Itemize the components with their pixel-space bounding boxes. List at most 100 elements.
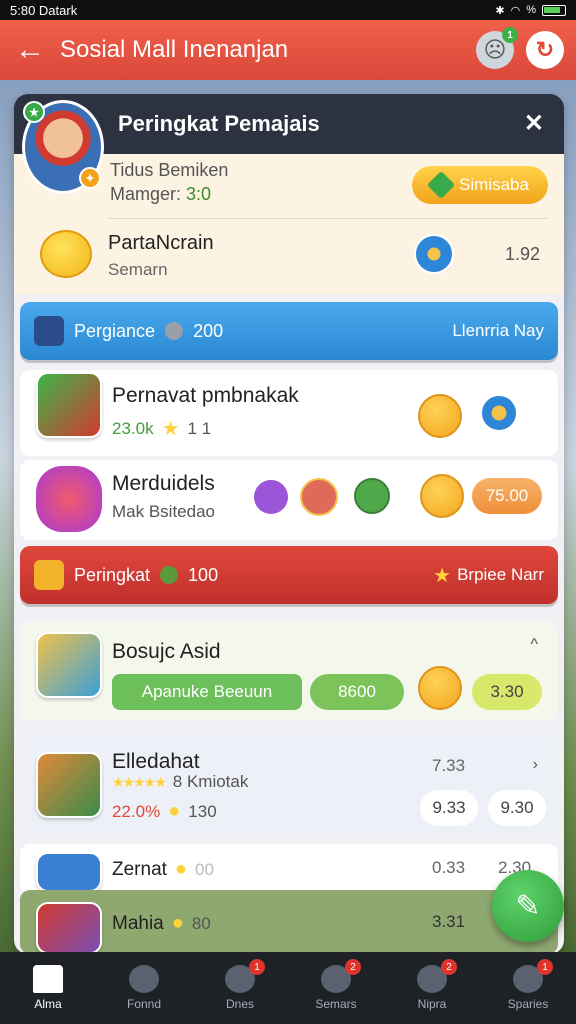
row-stat: 1 1 <box>187 418 212 438</box>
coin-icon: ● <box>171 912 184 934</box>
nav-item-search[interactable]: 1 Dnes <box>195 959 285 1011</box>
chest-icon <box>34 316 64 346</box>
battery-icon <box>542 4 566 16</box>
row-stat: 00 <box>195 859 214 879</box>
nav-badge: 1 <box>537 959 553 975</box>
nav-item-profile[interactable]: 1 Sparies <box>483 959 573 1011</box>
gold-action-label: Simisaba <box>459 175 529 194</box>
star-icon: ★ <box>433 564 452 587</box>
red-star-icon <box>300 478 338 516</box>
list-item[interactable]: Bosujc Asid Apanuke Beeuun 8600 3.30 ^ <box>20 622 558 720</box>
face-icon <box>129 965 159 993</box>
refresh-button[interactable]: ↻ <box>526 31 564 69</box>
compose-fab-button[interactable]: ✎ <box>492 870 564 942</box>
close-button[interactable]: ✕ <box>524 109 544 138</box>
nav-item-chat[interactable]: 2 Semars <box>291 959 381 1011</box>
user-score: Mamger: 3:0 <box>110 184 211 205</box>
chevron-up-icon[interactable]: ^ <box>530 636 538 654</box>
shield-badge-icon <box>480 394 518 432</box>
nav-label: Alma <box>34 997 62 1011</box>
face-icon: ☹ <box>483 37 507 62</box>
cash-icon <box>160 566 179 584</box>
gold-coin-icon <box>418 666 462 710</box>
value-pill[interactable]: 9.30 <box>488 790 546 826</box>
row-title: Mahia <box>112 912 164 934</box>
green-label-pill[interactable]: Apanuke Beeuun <box>112 674 302 710</box>
coin-icon <box>165 322 184 340</box>
banner-red-right: ★ Brpiee Narr <box>433 563 544 588</box>
info-subtitle: Semarn <box>108 260 168 279</box>
banner-red-value: 100 <box>188 564 219 585</box>
status-time: 5:80 Datark <box>10 2 78 18</box>
banner-red-label: Peringkat <box>74 564 151 585</box>
row-value: 7.33 <box>432 756 466 775</box>
profile-face-button[interactable]: ☹ 1 <box>476 27 518 69</box>
nav-badge: 2 <box>345 959 361 975</box>
row-value: 0.33 <box>432 858 466 877</box>
row-title: Elledahat <box>112 750 200 773</box>
row-title: Bosujc Asid <box>112 640 221 663</box>
blob-avatar <box>36 466 102 532</box>
player-avatar <box>36 372 102 438</box>
row-stats: 22.0% ● 130 <box>112 800 217 823</box>
nav-item-home[interactable]: Alma <box>3 965 93 1011</box>
app-bar: ← Sosial Mall Inenanjan ☹ 1 ↻ <box>0 20 576 80</box>
nav-label: Nipra <box>417 997 447 1011</box>
user-avatar[interactable]: ★ ✦ <box>22 100 104 194</box>
list-item[interactable]: Mahia ● 80 3.31 <box>20 890 558 954</box>
smiley-coin-icon <box>40 230 92 278</box>
value-pill[interactable]: 9.33 <box>420 790 478 826</box>
user-score-label: Mamger: <box>110 184 182 204</box>
row-stat: 130 <box>188 801 217 821</box>
player-avatar <box>36 852 102 892</box>
row-value: 3.31 <box>432 912 466 931</box>
nav-label: Semars <box>315 997 357 1011</box>
back-button[interactable]: ← <box>0 33 60 67</box>
list-item[interactable]: Pernavat pmbnakak 23.0k ★ 1 1 <box>20 370 558 456</box>
compass-icon[interactable] <box>414 234 454 274</box>
rating-stars-icon: ★★★★★ <box>112 773 167 790</box>
list-item[interactable]: Merduidels Mak Bsitedao 75.00 <box>20 460 558 540</box>
chevron-right-icon[interactable]: › <box>533 756 538 774</box>
panel-title: Peringkat Pemajais <box>118 111 320 136</box>
coin-icon: ● <box>168 800 181 822</box>
nav-item-found[interactable]: Fonnd <box>99 965 189 1011</box>
player-avatar <box>36 632 102 698</box>
notification-badge: 1 <box>502 27 518 43</box>
gift-icon <box>34 560 64 590</box>
row-title: Zernat <box>112 858 167 880</box>
gold-coin-icon <box>420 474 464 518</box>
level-badge-icon: ★ <box>23 101 45 123</box>
row-stat: 80 <box>191 913 211 933</box>
value-pill[interactable]: 3.30 <box>472 674 542 710</box>
banner-blue-label: Pergiance <box>74 320 156 341</box>
nav-label: Dnes <box>225 997 254 1011</box>
row-stats: Zernat ● 00 <box>112 858 214 881</box>
refresh-icon: ↻ <box>535 37 555 62</box>
row-title: Merduidels <box>112 472 215 495</box>
nav-label: Sparies <box>507 997 549 1011</box>
cash-stack-icon <box>354 478 390 514</box>
nav-item-edit[interactable]: 2 Nipra <box>387 959 477 1011</box>
purple-star-icon <box>252 478 290 516</box>
status-icons: ✱ ◠ % <box>495 4 566 17</box>
gold-coin-icon <box>418 394 462 438</box>
row-stat: 23.0k <box>112 418 154 438</box>
bluetooth-icon: ✱ <box>495 4 505 17</box>
row-stats: Mahia ● 80 <box>112 912 211 935</box>
banner-blue[interactable]: Pergiance 200 Llenrria Nay <box>20 302 558 360</box>
row-stat: 22.0% <box>112 801 161 821</box>
list-item[interactable]: Elledahat ★★★★★ 8 Kmiotak 22.0% ● 130 7.… <box>20 734 558 834</box>
info-title: PartaNcrain <box>108 232 214 254</box>
banner-red[interactable]: Peringkat 100 ★ Brpiee Narr <box>20 546 558 604</box>
list-item[interactable]: Zernat ● 00 0.33 2.30 <box>20 844 558 894</box>
gems-pill[interactable]: 8600 <box>310 674 404 710</box>
info-value: 1.92 <box>504 244 540 264</box>
wifi-icon: ◠ <box>510 4 521 17</box>
bottom-nav: Alma Fonnd 1 Dnes 2 Semars 2 Nipra 1 Spa… <box>0 952 576 1024</box>
user-score-value: 3:0 <box>186 184 212 204</box>
price-pill[interactable]: 75.00 <box>472 478 542 514</box>
star-icon: ★ <box>161 418 180 440</box>
player-avatar <box>36 752 102 818</box>
gold-action-button[interactable]: Simisaba <box>412 166 548 204</box>
